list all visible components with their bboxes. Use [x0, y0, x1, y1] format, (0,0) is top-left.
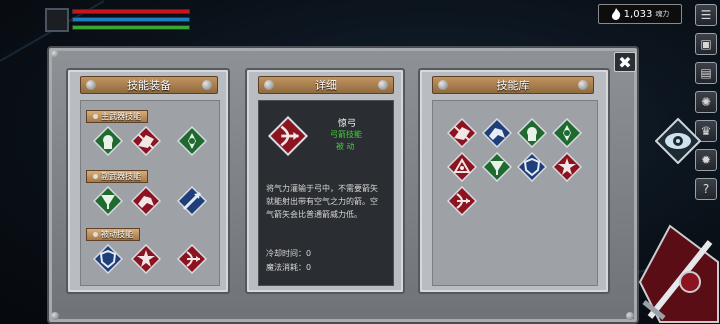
green-crossbow-skill-icon[interactable]: [93, 186, 123, 216]
title-rivet: [264, 80, 274, 90]
title-rivet: [438, 80, 448, 90]
book-icon[interactable]: ▤: [695, 62, 717, 84]
red-bow-skill-icon[interactable]: [447, 186, 477, 216]
gear-wheel-icon[interactable]: ✺: [695, 91, 717, 113]
title-rivet: [202, 80, 212, 90]
soul-power-value: 1,033: [623, 8, 653, 20]
skill-library-title: 技能库: [432, 76, 594, 94]
detail-skill-kind: 被 动: [336, 142, 355, 151]
red-bow-skill-icon[interactable]: [177, 244, 207, 274]
detail-mana-cost: 魔法消耗：0: [266, 263, 312, 272]
frame-rivet: [51, 50, 59, 58]
player-portrait[interactable]: [45, 8, 69, 32]
green-whirl-skill-icon[interactable]: [177, 126, 207, 156]
green-fist-skill-icon[interactable]: [93, 126, 123, 156]
detail-skill-type: 弓箭技能: [330, 130, 362, 139]
detail-cooldown: 冷却时间：0: [266, 249, 312, 258]
red-spin-skill-icon[interactable]: [447, 152, 477, 182]
red-dash-skill-icon[interactable]: [131, 186, 161, 216]
skill-equip-title: 技能装备: [80, 76, 218, 94]
title-rivet: [86, 80, 96, 90]
title-rivet: [378, 80, 388, 90]
blue-arrow-skill-icon[interactable]: [177, 186, 207, 216]
soul-power-unit: 魂力: [655, 10, 670, 18]
close-button[interactable]: ✖: [614, 52, 636, 72]
soul-power-counter: 1,033 魂力: [598, 4, 682, 24]
hp-bar: [72, 9, 190, 14]
mp-bar: [72, 17, 190, 22]
attack-sword-icon[interactable]: [630, 222, 720, 324]
help-icon[interactable]: ?: [695, 178, 717, 200]
blue-shield-skill-icon[interactable]: [517, 152, 547, 182]
frame-rivet: [51, 312, 59, 320]
green-whirl-skill-icon[interactable]: [552, 118, 582, 148]
eye-skill-icon[interactable]: [655, 118, 701, 164]
bag-icon[interactable]: ▣: [695, 33, 717, 55]
red-burst-skill-icon[interactable]: [131, 244, 161, 274]
menu-list-icon[interactable]: ☰: [695, 4, 717, 26]
red-slash-skill-icon[interactable]: [131, 126, 161, 156]
detail-skill-icon: [268, 116, 308, 156]
flame-icon: [611, 8, 620, 20]
equip-group-label: 副武器技能: [86, 170, 148, 183]
stamina-bar: [72, 25, 190, 30]
blue-dash-skill-icon[interactable]: [482, 118, 512, 148]
skill-detail-title: 详细: [258, 76, 394, 94]
green-fist-skill-icon[interactable]: [517, 118, 547, 148]
title-rivet: [578, 80, 588, 90]
red-slash-skill-icon[interactable]: [447, 118, 477, 148]
green-crossbow-skill-icon[interactable]: [482, 152, 512, 182]
detail-description: 将气力灌输于弓中，不需要箭矢就能射出带有空气之力的箭。空气箭矢会比普通箭威力低。: [266, 184, 378, 219]
red-burst-skill-icon[interactable]: [552, 152, 582, 182]
equip-group-label: 被动技能: [86, 228, 140, 241]
detail-skill-name: 惊弓: [338, 119, 357, 129]
blue-shield-skill-icon[interactable]: [93, 244, 123, 274]
equip-group-label: 主武器技能: [86, 110, 148, 123]
